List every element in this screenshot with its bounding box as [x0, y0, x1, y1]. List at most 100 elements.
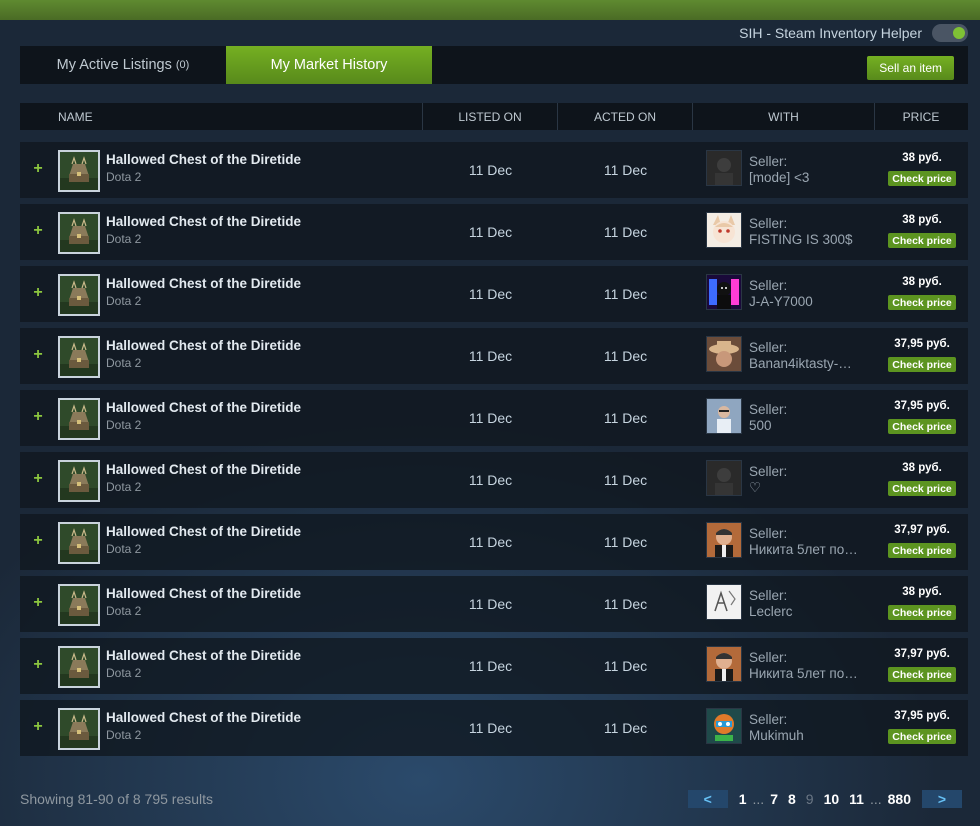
item-name-link[interactable]: Hallowed Chest of the Diretide [106, 338, 301, 353]
check-price-button[interactable]: Check price [888, 295, 956, 310]
table-row: + Hallowed Chest of the Diretide Dota 2 11 … [20, 514, 968, 570]
table-row: + Hallowed Chest of the Diretide Dota 2 11 … [20, 266, 968, 322]
market-tabs: My Active Listings (0) My Market History… [20, 46, 968, 84]
acted-on-date: 11 Dec [603, 472, 648, 488]
sell-item-button[interactable]: Sell an item [867, 56, 954, 80]
item-game: Dota 2 [106, 294, 142, 308]
check-price-button[interactable]: Check price [888, 729, 956, 744]
item-game: Dota 2 [106, 604, 142, 618]
item-game: Dota 2 [106, 480, 142, 494]
check-price-button[interactable]: Check price [888, 233, 956, 248]
item-game: Dota 2 [106, 542, 142, 556]
price-value: 37,97 руб. [894, 524, 950, 536]
table-header: NAME LISTED ON ACTED ON WITH PRICE [20, 103, 968, 130]
seller-avatar[interactable] [706, 708, 742, 744]
item-thumbnail[interactable] [58, 584, 100, 626]
item-name-link[interactable]: Hallowed Chest of the Diretide [106, 276, 301, 291]
item-thumbnail[interactable] [58, 336, 100, 378]
listed-on-date: 11 Dec [468, 410, 513, 426]
next-page-button[interactable]: > [922, 790, 962, 808]
item-thumbnail[interactable] [58, 708, 100, 750]
column-with: WITH [693, 103, 875, 130]
page-numbers: 1... 7 8 9 10 11... 880 [734, 791, 916, 807]
item-name-link[interactable]: Hallowed Chest of the Diretide [106, 524, 301, 539]
seller-avatar[interactable] [706, 274, 742, 310]
results-count: Showing 81-90 of 8 795 results [20, 791, 214, 807]
page-link[interactable]: 11 [844, 791, 869, 807]
acted-on-date: 11 Dec [603, 596, 648, 612]
seller-name: ♡ [749, 480, 762, 495]
seller-avatar[interactable] [706, 212, 742, 248]
listed-on-date: 11 Dec [468, 224, 513, 240]
acted-on-date: 11 Dec [603, 224, 648, 240]
seller-avatar[interactable] [706, 584, 742, 620]
page-link[interactable]: 1 [734, 791, 752, 807]
seller-label: Seller: [749, 340, 788, 355]
seller-avatar[interactable] [706, 460, 742, 496]
seller-label: Seller: [749, 526, 788, 541]
acted-on-date: 11 Dec [603, 658, 648, 674]
page-link[interactable]: 7 [765, 791, 783, 807]
table-row: + Hallowed Chest of the Diretide Dota 2 11 … [20, 452, 968, 508]
item-name-link[interactable]: Hallowed Chest of the Diretide [106, 710, 301, 725]
page-link[interactable]: 880 [883, 791, 916, 807]
item-name-link[interactable]: Hallowed Chest of the Diretide [106, 648, 301, 663]
page-link[interactable]: 8 [783, 791, 801, 807]
item-thumbnail[interactable] [58, 646, 100, 688]
check-price-button[interactable]: Check price [888, 543, 956, 558]
pagination: < 1... 7 8 9 10 11... 880 > [687, 790, 962, 808]
seller-avatar[interactable] [706, 646, 742, 682]
sih-toggle-switch[interactable] [932, 24, 968, 42]
column-price: PRICE [902, 109, 940, 124]
expand-row-icon[interactable]: + [32, 408, 44, 426]
table-row: + Hallowed Chest of the Diretide Dota 2 11 … [20, 638, 968, 694]
item-thumbnail[interactable] [58, 522, 100, 564]
item-thumbnail[interactable] [58, 150, 100, 192]
check-price-button[interactable]: Check price [888, 667, 956, 682]
page-ellipsis: ... [869, 791, 882, 807]
check-price-button[interactable]: Check price [888, 171, 956, 186]
expand-row-icon[interactable]: + [32, 470, 44, 488]
price-value: 38 руб. [902, 462, 942, 474]
item-thumbnail[interactable] [58, 274, 100, 316]
expand-row-icon[interactable]: + [32, 594, 44, 612]
seller-name: Никита 5лет по… [749, 666, 858, 681]
seller-avatar[interactable] [706, 398, 742, 434]
check-price-button[interactable]: Check price [888, 357, 956, 372]
check-price-button[interactable]: Check price [888, 605, 956, 620]
item-name-link[interactable]: Hallowed Chest of the Diretide [106, 400, 301, 415]
prev-page-button[interactable]: < [687, 790, 728, 808]
item-name-link[interactable]: Hallowed Chest of the Diretide [106, 214, 301, 229]
tab-count: (0) [175, 59, 190, 71]
seller-label: Seller: [749, 464, 788, 479]
sih-label: SIH - Steam Inventory Helper [739, 25, 922, 41]
item-name-link[interactable]: Hallowed Chest of the Diretide [106, 462, 301, 477]
seller-avatar[interactable] [706, 336, 742, 372]
expand-row-icon[interactable]: + [32, 656, 44, 674]
tab-active-listings[interactable]: My Active Listings (0) [20, 46, 226, 84]
item-thumbnail[interactable] [58, 460, 100, 502]
tab-market-history[interactable]: My Market History [226, 46, 432, 84]
seller-avatar[interactable] [706, 150, 742, 186]
top-accent-bar [0, 0, 980, 20]
seller-name: J-A-Y7000 [749, 294, 813, 309]
item-name-link[interactable]: Hallowed Chest of the Diretide [106, 152, 301, 167]
acted-on-date: 11 Dec [603, 162, 648, 178]
item-name-link[interactable]: Hallowed Chest of the Diretide [106, 586, 301, 601]
price-value: 38 руб. [902, 214, 942, 226]
expand-row-icon[interactable]: + [32, 346, 44, 364]
expand-row-icon[interactable]: + [32, 532, 44, 550]
item-thumbnail[interactable] [58, 212, 100, 254]
acted-on-date: 11 Dec [603, 534, 648, 550]
table-row: + Hallowed Chest of the Diretide Dota 2 11 … [20, 204, 968, 260]
seller-avatar[interactable] [706, 522, 742, 558]
check-price-button[interactable]: Check price [888, 419, 956, 434]
check-price-button[interactable]: Check price [888, 481, 956, 496]
item-thumbnail[interactable] [58, 398, 100, 440]
price-value: 38 руб. [902, 152, 942, 164]
page-link[interactable]: 10 [819, 791, 845, 807]
expand-row-icon[interactable]: + [32, 160, 44, 178]
expand-row-icon[interactable]: + [32, 222, 44, 240]
expand-row-icon[interactable]: + [32, 284, 44, 302]
expand-row-icon[interactable]: + [32, 718, 44, 736]
